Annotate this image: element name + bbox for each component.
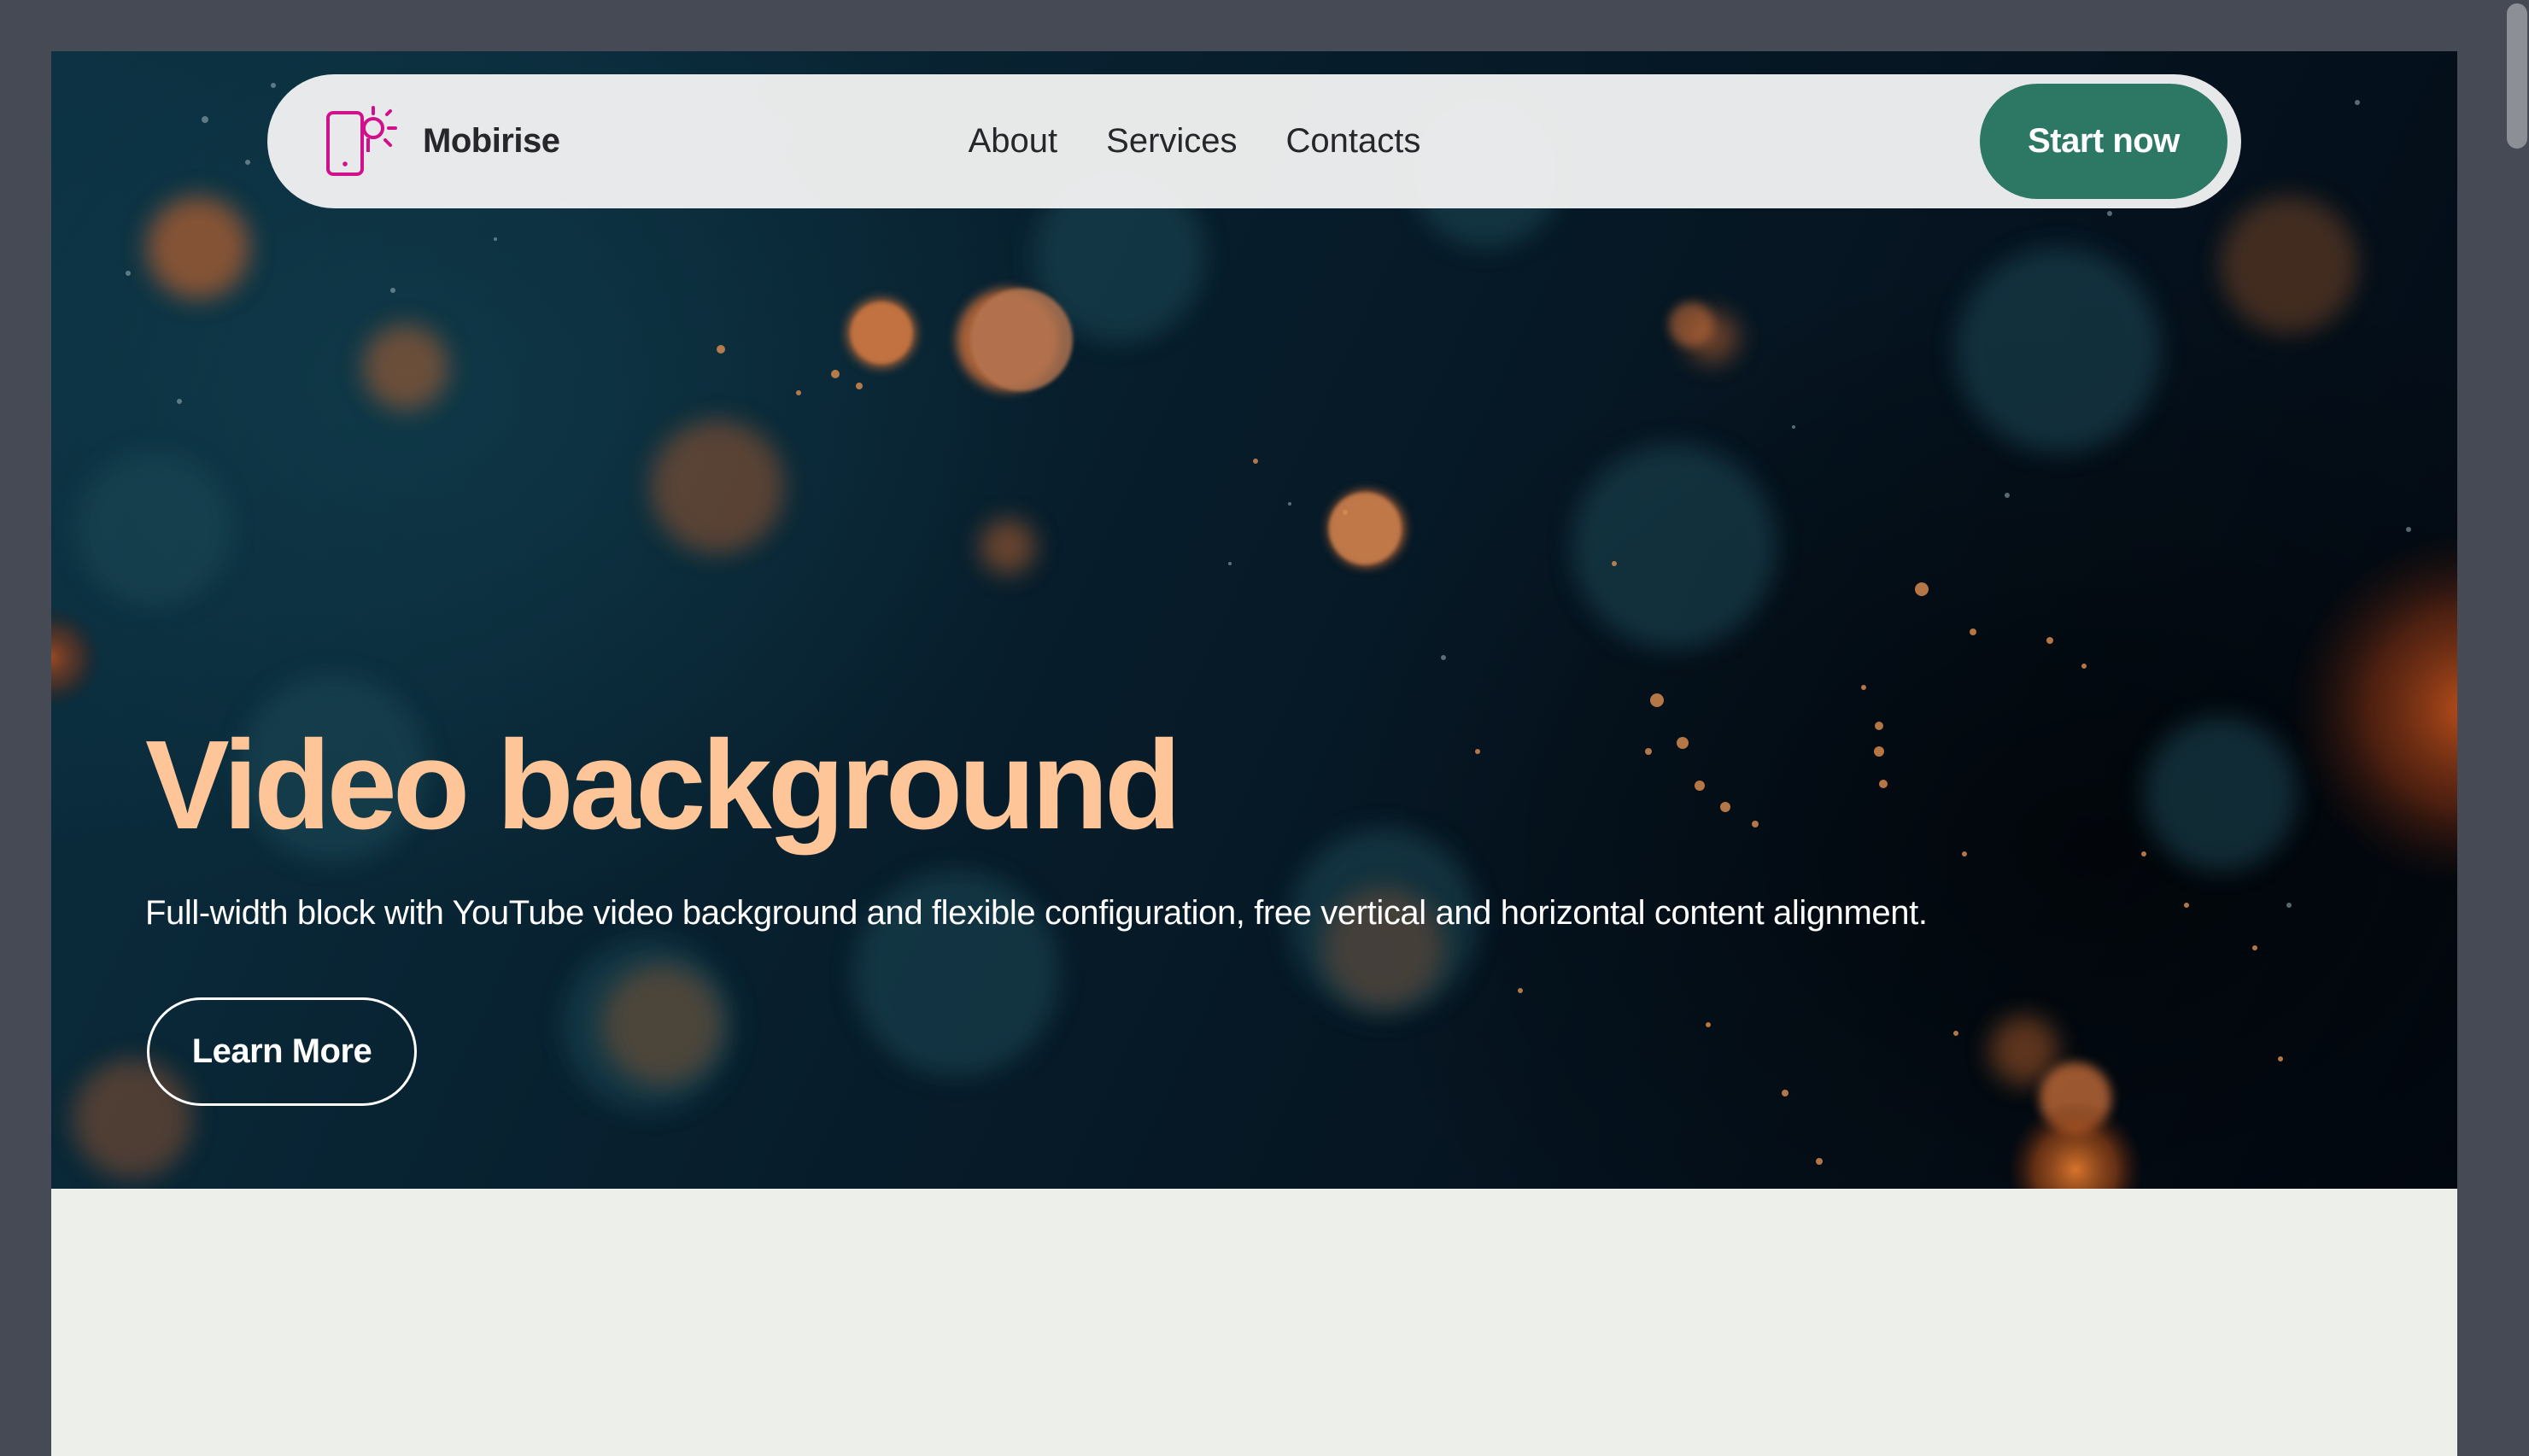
hero-title: Video background	[145, 715, 1181, 856]
brand[interactable]: Mobirise	[325, 103, 560, 178]
hero-section: Mobirise About Services Contacts Start n…	[51, 51, 2457, 1189]
nav-link-about[interactable]: About	[969, 122, 1058, 161]
page-frame: Mobirise About Services Contacts Start n…	[51, 51, 2457, 1456]
nav-links: About Services Contacts	[267, 74, 2241, 208]
nav-link-contacts[interactable]: Contacts	[1286, 122, 1421, 161]
nav-link-services[interactable]: Services	[1106, 122, 1237, 161]
page-scrollbar[interactable]	[2503, 0, 2529, 1456]
learn-more-button[interactable]: Learn More	[147, 997, 417, 1106]
navbar: Mobirise About Services Contacts Start n…	[267, 74, 2241, 208]
brand-name[interactable]: Mobirise	[423, 122, 560, 161]
phone-bulb-icon	[326, 106, 397, 176]
scrollbar-thumb[interactable]	[2507, 3, 2527, 149]
hero-subtitle: Full-width block with YouTube video back…	[145, 894, 1928, 932]
bokeh-video-background	[51, 83, 2457, 1189]
start-now-button[interactable]: Start now	[1980, 84, 2228, 199]
